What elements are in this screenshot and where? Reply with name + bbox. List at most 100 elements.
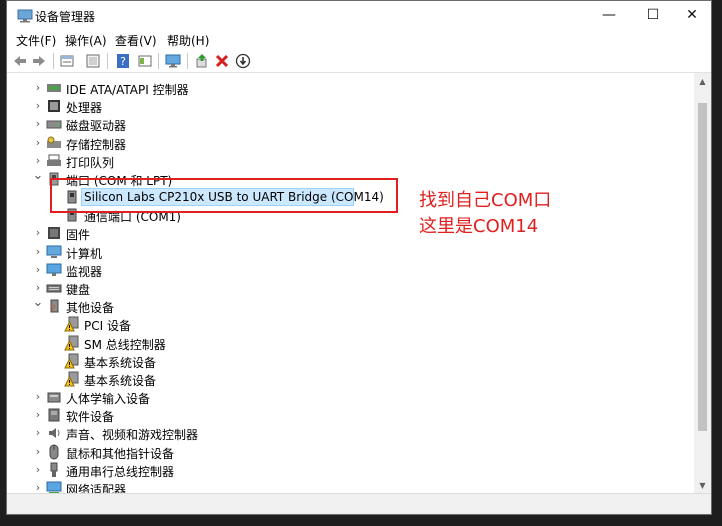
tree-item-label: 监视器: [66, 264, 103, 279]
category-item[interactable]: › 磁盘驱动器: [7, 115, 694, 133]
close-button[interactable]: ✕: [673, 1, 711, 31]
tree-item-label: 人体学输入设备: [66, 392, 151, 407]
uninstall-icon[interactable]: [214, 53, 230, 69]
update-driver-icon[interactable]: [194, 53, 210, 69]
category-item[interactable]: ⌄? 其他设备: [7, 296, 694, 315]
menu-file[interactable]: 文件(F): [16, 32, 56, 49]
tree-item-label: 通用串行总线控制器: [66, 464, 175, 479]
warning-device-icon: [64, 371, 79, 387]
chevron-down-icon[interactable]: ⌄: [32, 296, 44, 315]
printer-icon: [47, 154, 61, 166]
menu-help[interactable]: 帮助(H): [167, 32, 209, 49]
tree-item-label: 鼠标和其他指针设备: [66, 446, 175, 461]
monitor-icon: [46, 263, 62, 276]
details-icon[interactable]: [137, 53, 153, 69]
chevron-right-icon[interactable]: ›: [32, 406, 44, 424]
chevron-right-icon[interactable]: ›: [32, 97, 44, 115]
ide-controller-icon: [47, 84, 61, 92]
toolbar: ?: [7, 50, 711, 73]
device-manager-window: 设备管理器 — ☐ ✕ 文件(F) 操作(A) 查看(V) 帮助(H) ? › I…: [6, 0, 712, 515]
scroll-down-arrow[interactable]: ▼: [694, 477, 711, 494]
chevron-right-icon[interactable]: ›: [32, 461, 44, 479]
monitor-icon[interactable]: [165, 53, 181, 69]
warning-device-icon: [64, 335, 79, 351]
disk-drive-icon: [46, 120, 62, 129]
hid-icon: [47, 392, 61, 403]
forward-arrow-icon[interactable]: [31, 53, 47, 69]
category-item[interactable]: › 处理器: [7, 97, 694, 115]
help-icon[interactable]: ?: [115, 53, 131, 69]
category-item[interactable]: › 键盘: [7, 279, 694, 297]
scroll-thumb[interactable]: [698, 103, 707, 431]
other-device-icon: ?: [50, 299, 59, 314]
chevron-right-icon[interactable]: ›: [32, 479, 44, 494]
category-item[interactable]: › 计算机: [7, 243, 694, 261]
usb-icon: [50, 462, 58, 477]
status-bar: [7, 493, 711, 514]
back-arrow-icon[interactable]: [12, 53, 28, 69]
category-item[interactable]: › 通用串行总线控制器: [7, 461, 694, 479]
toolbar-separator: [107, 53, 108, 69]
maximize-button[interactable]: ☐: [634, 1, 672, 31]
chevron-right-icon[interactable]: ›: [32, 134, 44, 152]
background-right: [712, 0, 722, 526]
annotation-line-2: 这里是COM14: [419, 216, 539, 237]
scroll-up-arrow[interactable]: ▲: [694, 73, 711, 90]
tree-item-label: PCI 设备: [84, 319, 131, 334]
tree-item-label: 基本系统设备: [84, 373, 157, 388]
svg-text:?: ?: [120, 55, 126, 68]
device-tree: › IDE ATA/ATAPI 控制器 › 处理器 › 磁盘驱动器 › 存储控制器 › 打印队列 ⌄…: [7, 73, 694, 494]
category-item[interactable]: › 声音、视频和游戏控制器: [7, 424, 694, 442]
chevron-right-icon[interactable]: ›: [32, 424, 44, 442]
category-item[interactable]: › 人体学输入设备: [7, 388, 694, 406]
annotation-line-1: 找到自己COM口: [419, 190, 552, 211]
window-title: 设备管理器: [35, 10, 96, 24]
chevron-right-icon[interactable]: ›: [32, 388, 44, 406]
chevron-right-icon[interactable]: ›: [32, 243, 44, 261]
chevron-right-icon[interactable]: ›: [32, 224, 44, 242]
category-item[interactable]: › 网络适配器: [7, 479, 694, 494]
device-item[interactable]: PCI 设备: [7, 315, 694, 333]
device-item[interactable]: 基本系统设备: [7, 352, 694, 370]
category-item[interactable]: › 监视器: [7, 261, 694, 279]
firmware-icon: [48, 227, 60, 240]
processor-icon: [48, 100, 60, 113]
scan-icon[interactable]: [85, 53, 101, 69]
category-item[interactable]: › IDE ATA/ATAPI 控制器: [7, 79, 694, 97]
tree-item-label: IDE ATA/ATAPI 控制器: [66, 83, 189, 97]
tree-item-label: 磁盘驱动器: [66, 119, 127, 134]
toolbar-separator: [158, 53, 159, 69]
category-item[interactable]: › 固件: [7, 224, 694, 242]
device-item[interactable]: 基本系统设备: [7, 370, 694, 388]
warning-device-icon: [64, 353, 79, 369]
toolbar-separator: [187, 53, 188, 69]
software-device-icon: [48, 408, 60, 422]
category-item[interactable]: › 打印队列: [7, 152, 694, 170]
properties-icon[interactable]: [59, 53, 75, 69]
chevron-down-icon[interactable]: ⌄: [32, 169, 44, 188]
mouse-icon: [49, 444, 59, 460]
tree-item-label: 软件设备: [66, 410, 115, 425]
chevron-right-icon[interactable]: ›: [32, 261, 44, 279]
device-manager-icon: [17, 9, 33, 23]
chevron-right-icon[interactable]: ›: [32, 443, 44, 461]
keyboard-icon: [46, 284, 62, 293]
tree-item-label: 打印队列: [66, 155, 115, 170]
disable-icon[interactable]: [235, 53, 251, 69]
storage-controller-icon: [47, 136, 61, 148]
category-item[interactable]: › 存储控制器: [7, 134, 694, 152]
minimize-button[interactable]: —: [590, 1, 628, 31]
menu-view[interactable]: 查看(V): [115, 32, 157, 49]
chevron-right-icon[interactable]: ›: [32, 115, 44, 133]
tree-item-label: 键盘: [66, 282, 91, 297]
category-item[interactable]: › 软件设备: [7, 406, 694, 424]
category-item[interactable]: › 鼠标和其他指针设备: [7, 443, 694, 461]
network-adapter-icon: [46, 481, 62, 494]
chevron-right-icon[interactable]: ›: [32, 79, 44, 97]
menu-action[interactable]: 操作(A): [65, 32, 107, 49]
device-item[interactable]: SM 总线控制器: [7, 334, 694, 352]
computer-icon: [46, 245, 62, 258]
vertical-scrollbar[interactable]: ▲ ▼: [694, 73, 711, 494]
tree-item-label: 基本系统设备: [84, 355, 157, 370]
tree-item-label: 固件: [66, 228, 91, 243]
